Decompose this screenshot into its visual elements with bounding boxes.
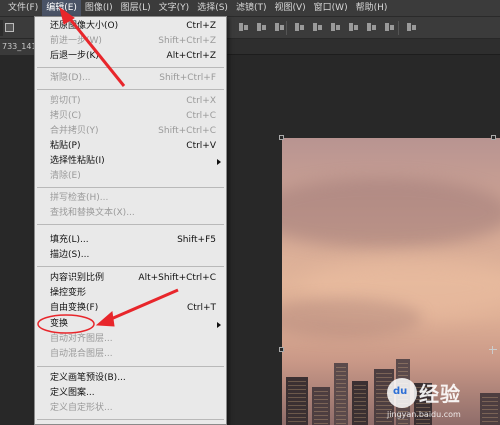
watermark-text: 经验 [419, 382, 461, 406]
menu-select[interactable]: 选择(S) [193, 0, 232, 16]
menu-type[interactable]: 文字(Y) [155, 0, 194, 16]
building [286, 377, 308, 425]
menu-item-paste[interactable]: 粘贴(P) Ctrl+V [35, 139, 226, 154]
distribute-right-icon[interactable] [384, 21, 396, 33]
menu-item-clear[interactable]: 清除(E) [35, 169, 226, 184]
menu-item-stroke[interactable]: 描边(S)... [35, 248, 226, 263]
menu-bar: 文件(F) 编辑(E) 图像(I) 图层(L) 文字(Y) 选择(S) 滤镜(T… [0, 0, 500, 16]
menu-filter[interactable]: 滤镜(T) [232, 0, 271, 16]
menu-separator [37, 89, 224, 90]
menu-item-step-forward[interactable]: 前进一步(W) Shift+Ctrl+Z [35, 34, 226, 49]
menu-item-find-replace[interactable]: 查找和替换文本(X)... [35, 206, 226, 221]
distribute-top-icon[interactable] [294, 21, 306, 33]
menu-separator [37, 266, 224, 267]
menu-item-auto-blend-layers[interactable]: 自动混合图层... [35, 347, 226, 362]
distribute-left-icon[interactable] [348, 21, 360, 33]
options-separator [286, 21, 287, 35]
menu-item-auto-align-layers[interactable]: 自动对齐图层... [35, 332, 226, 347]
options-separator [398, 21, 399, 35]
auto-align-icon[interactable] [406, 21, 418, 33]
transform-handle[interactable] [279, 347, 284, 352]
menu-item-paste-special[interactable]: 选择性粘贴(I) [35, 154, 226, 169]
distribute-vcenter-icon[interactable] [312, 21, 324, 33]
align-group [238, 21, 286, 35]
menu-item-free-transform[interactable]: 自由变换(F) Ctrl+T [35, 301, 226, 316]
menu-image[interactable]: 图像(I) [81, 0, 117, 16]
menu-separator [37, 187, 224, 188]
cloud [282, 178, 500, 248]
align-vcenter-icon[interactable] [256, 21, 268, 33]
menu-separator [37, 67, 224, 68]
menu-edit[interactable]: 编辑(E) [42, 0, 81, 16]
cloud [282, 298, 422, 338]
reference-point-icon[interactable] [489, 346, 497, 354]
menu-item-define-brush[interactable]: 定义画笔预设(B)... [35, 371, 226, 386]
baidu-paw-logo [387, 378, 417, 408]
menu-item-fade[interactable]: 渐隐(D)... Shift+Ctrl+F [35, 71, 226, 86]
distribute-hcenter-icon[interactable] [366, 21, 378, 33]
menu-help[interactable]: 帮助(H) [352, 0, 392, 16]
menu-item-fill[interactable]: 填充(L)... Shift+F5 [35, 233, 226, 248]
menu-separator [37, 419, 224, 420]
transform-handle[interactable] [279, 135, 284, 140]
align-bottom-icon[interactable] [274, 21, 286, 33]
menu-item-define-custom-shape[interactable]: 定义自定形状... [35, 401, 226, 416]
building [352, 381, 368, 425]
align-top-icon[interactable] [238, 21, 250, 33]
auto-select-checkbox[interactable] [5, 23, 14, 32]
distribute-group [294, 21, 396, 35]
watermark-url: jingyan.baidu.com [387, 410, 461, 419]
menu-item-undo[interactable]: 还原图像大小(O) Ctrl+Z [35, 19, 226, 34]
menu-separator [37, 366, 224, 367]
menu-item-check-spelling[interactable]: 拼写检查(H)... [35, 191, 226, 206]
transform-handle[interactable] [491, 135, 496, 140]
menu-file[interactable]: 文件(F) [4, 0, 42, 16]
menu-view[interactable]: 视图(V) [270, 0, 309, 16]
menu-window[interactable]: 窗口(W) [310, 0, 352, 16]
menu-separator [37, 224, 224, 225]
menu-item-copy-merged[interactable]: 合并拷贝(Y) Shift+Ctrl+C [35, 124, 226, 139]
menu-item-cut[interactable]: 剪切(T) Ctrl+X [35, 94, 226, 109]
watermark: 经验 jingyan.baidu.com [383, 374, 495, 424]
edit-menu-dropdown: 还原图像大小(O) Ctrl+Z 前进一步(W) Shift+Ctrl+Z 后退一步… [34, 16, 227, 425]
menu-item-transform[interactable]: 变换 [35, 317, 226, 332]
submenu-arrow-icon [217, 159, 221, 165]
menu-layer[interactable]: 图层(L) [117, 0, 155, 16]
options-bar-grip[interactable] [0, 20, 3, 36]
menu-item-puppet-warp[interactable]: 操控变形 [35, 286, 226, 301]
menu-item-content-aware-scale[interactable]: 内容识别比例 Alt+Shift+Ctrl+C [35, 271, 226, 286]
auto-align-group [406, 21, 418, 35]
menu-item-step-backward[interactable]: 后退一步(K) Alt+Ctrl+Z [35, 49, 226, 64]
distribute-bottom-icon[interactable] [330, 21, 342, 33]
building [334, 363, 348, 425]
building [312, 387, 330, 425]
menu-item-copy[interactable]: 拷贝(C) Ctrl+C [35, 109, 226, 124]
document-tab[interactable]: 733_141941 [0, 39, 34, 55]
menu-item-define-pattern[interactable]: 定义图案... [35, 386, 226, 401]
submenu-arrow-icon [217, 322, 221, 328]
